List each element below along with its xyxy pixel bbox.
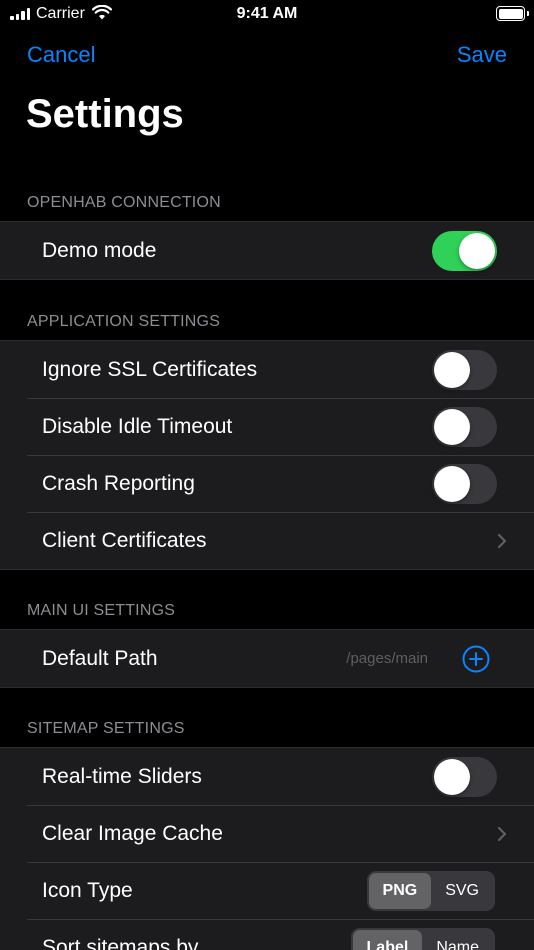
battery-cap [527, 11, 529, 16]
crash-reporting-row: Crash Reporting [0, 455, 534, 512]
section-header-sitemap-settings: SITEMAP SETTINGS [27, 720, 185, 737]
disable-idle-timeout-label: Disable Idle Timeout [42, 414, 233, 438]
toggle-knob [459, 232, 495, 269]
client-certificates-label: Client Certificates [42, 528, 207, 552]
main-ui-settings-group: Default Path /pages/main [0, 629, 534, 688]
icon-type-segment-svg[interactable]: SVG [431, 873, 493, 909]
sort-segment-label[interactable]: Label [352, 929, 423, 950]
icon-type-segment-png[interactable]: PNG [368, 872, 432, 909]
realtime-sliders-row: Real-time Sliders [0, 748, 534, 805]
demo-mode-label: Demo mode [42, 238, 157, 262]
chevron-right-icon [497, 826, 507, 841]
ignore-ssl-label: Ignore SSL Certificates [42, 357, 258, 381]
chevron-right-icon [497, 533, 507, 548]
battery-icon [496, 6, 525, 21]
icon-type-segmented-control: PNG SVG [366, 870, 495, 911]
disable-idle-timeout-row: Disable Idle Timeout [0, 398, 534, 455]
save-button[interactable]: Save [457, 42, 507, 68]
demo-mode-toggle[interactable] [432, 230, 497, 271]
page-title: Settings [26, 92, 184, 136]
clear-image-cache-row[interactable]: Clear Image Cache [0, 805, 534, 862]
status-time: 9:41 AM [236, 5, 298, 22]
client-certificates-row[interactable]: Client Certificates [0, 512, 534, 569]
default-path-row: Default Path /pages/main [0, 630, 534, 687]
toggle-knob [434, 351, 470, 388]
demo-mode-row: Demo mode [0, 222, 534, 279]
section-header-main-ui-settings: MAIN UI SETTINGS [27, 602, 176, 619]
section-header-application-settings: APPLICATION SETTINGS [27, 313, 221, 330]
default-path-input[interactable]: /pages/main [346, 649, 428, 669]
status-bar: Carrier 9:41 AM [0, 0, 534, 30]
sort-sitemaps-row: Sort sitemaps by Label Name [0, 919, 534, 950]
application-settings-group: Ignore SSL Certificates Disable Idle Tim… [0, 340, 534, 570]
sort-segment-name[interactable]: Name [422, 930, 493, 950]
clear-image-cache-label: Clear Image Cache [42, 821, 223, 845]
ignore-ssl-row: Ignore SSL Certificates [0, 341, 534, 398]
openhab-connection-group: Demo mode [0, 221, 534, 280]
disable-idle-timeout-toggle[interactable] [432, 406, 497, 447]
sort-sitemaps-segmented-control: Label Name [350, 927, 495, 950]
crash-reporting-label: Crash Reporting [42, 471, 195, 495]
realtime-sliders-toggle[interactable] [432, 756, 497, 797]
add-circle-icon[interactable] [462, 645, 490, 673]
toggle-knob [434, 465, 470, 502]
ignore-ssl-toggle[interactable] [432, 349, 497, 390]
sort-sitemaps-label: Sort sitemaps by [42, 935, 199, 950]
toggle-knob [434, 408, 470, 445]
realtime-sliders-label: Real-time Sliders [42, 764, 202, 788]
crash-reporting-toggle[interactable] [432, 463, 497, 504]
toggle-knob [434, 758, 470, 795]
icon-type-label: Icon Type [42, 878, 133, 902]
sitemap-settings-group: Real-time Sliders Clear Image Cache Icon… [0, 747, 534, 950]
icon-type-row: Icon Type PNG SVG [0, 862, 534, 919]
section-header-openhab-connection: OPENHAB CONNECTION [27, 194, 221, 211]
cancel-button[interactable]: Cancel [27, 42, 95, 68]
default-path-label: Default Path [42, 646, 158, 670]
